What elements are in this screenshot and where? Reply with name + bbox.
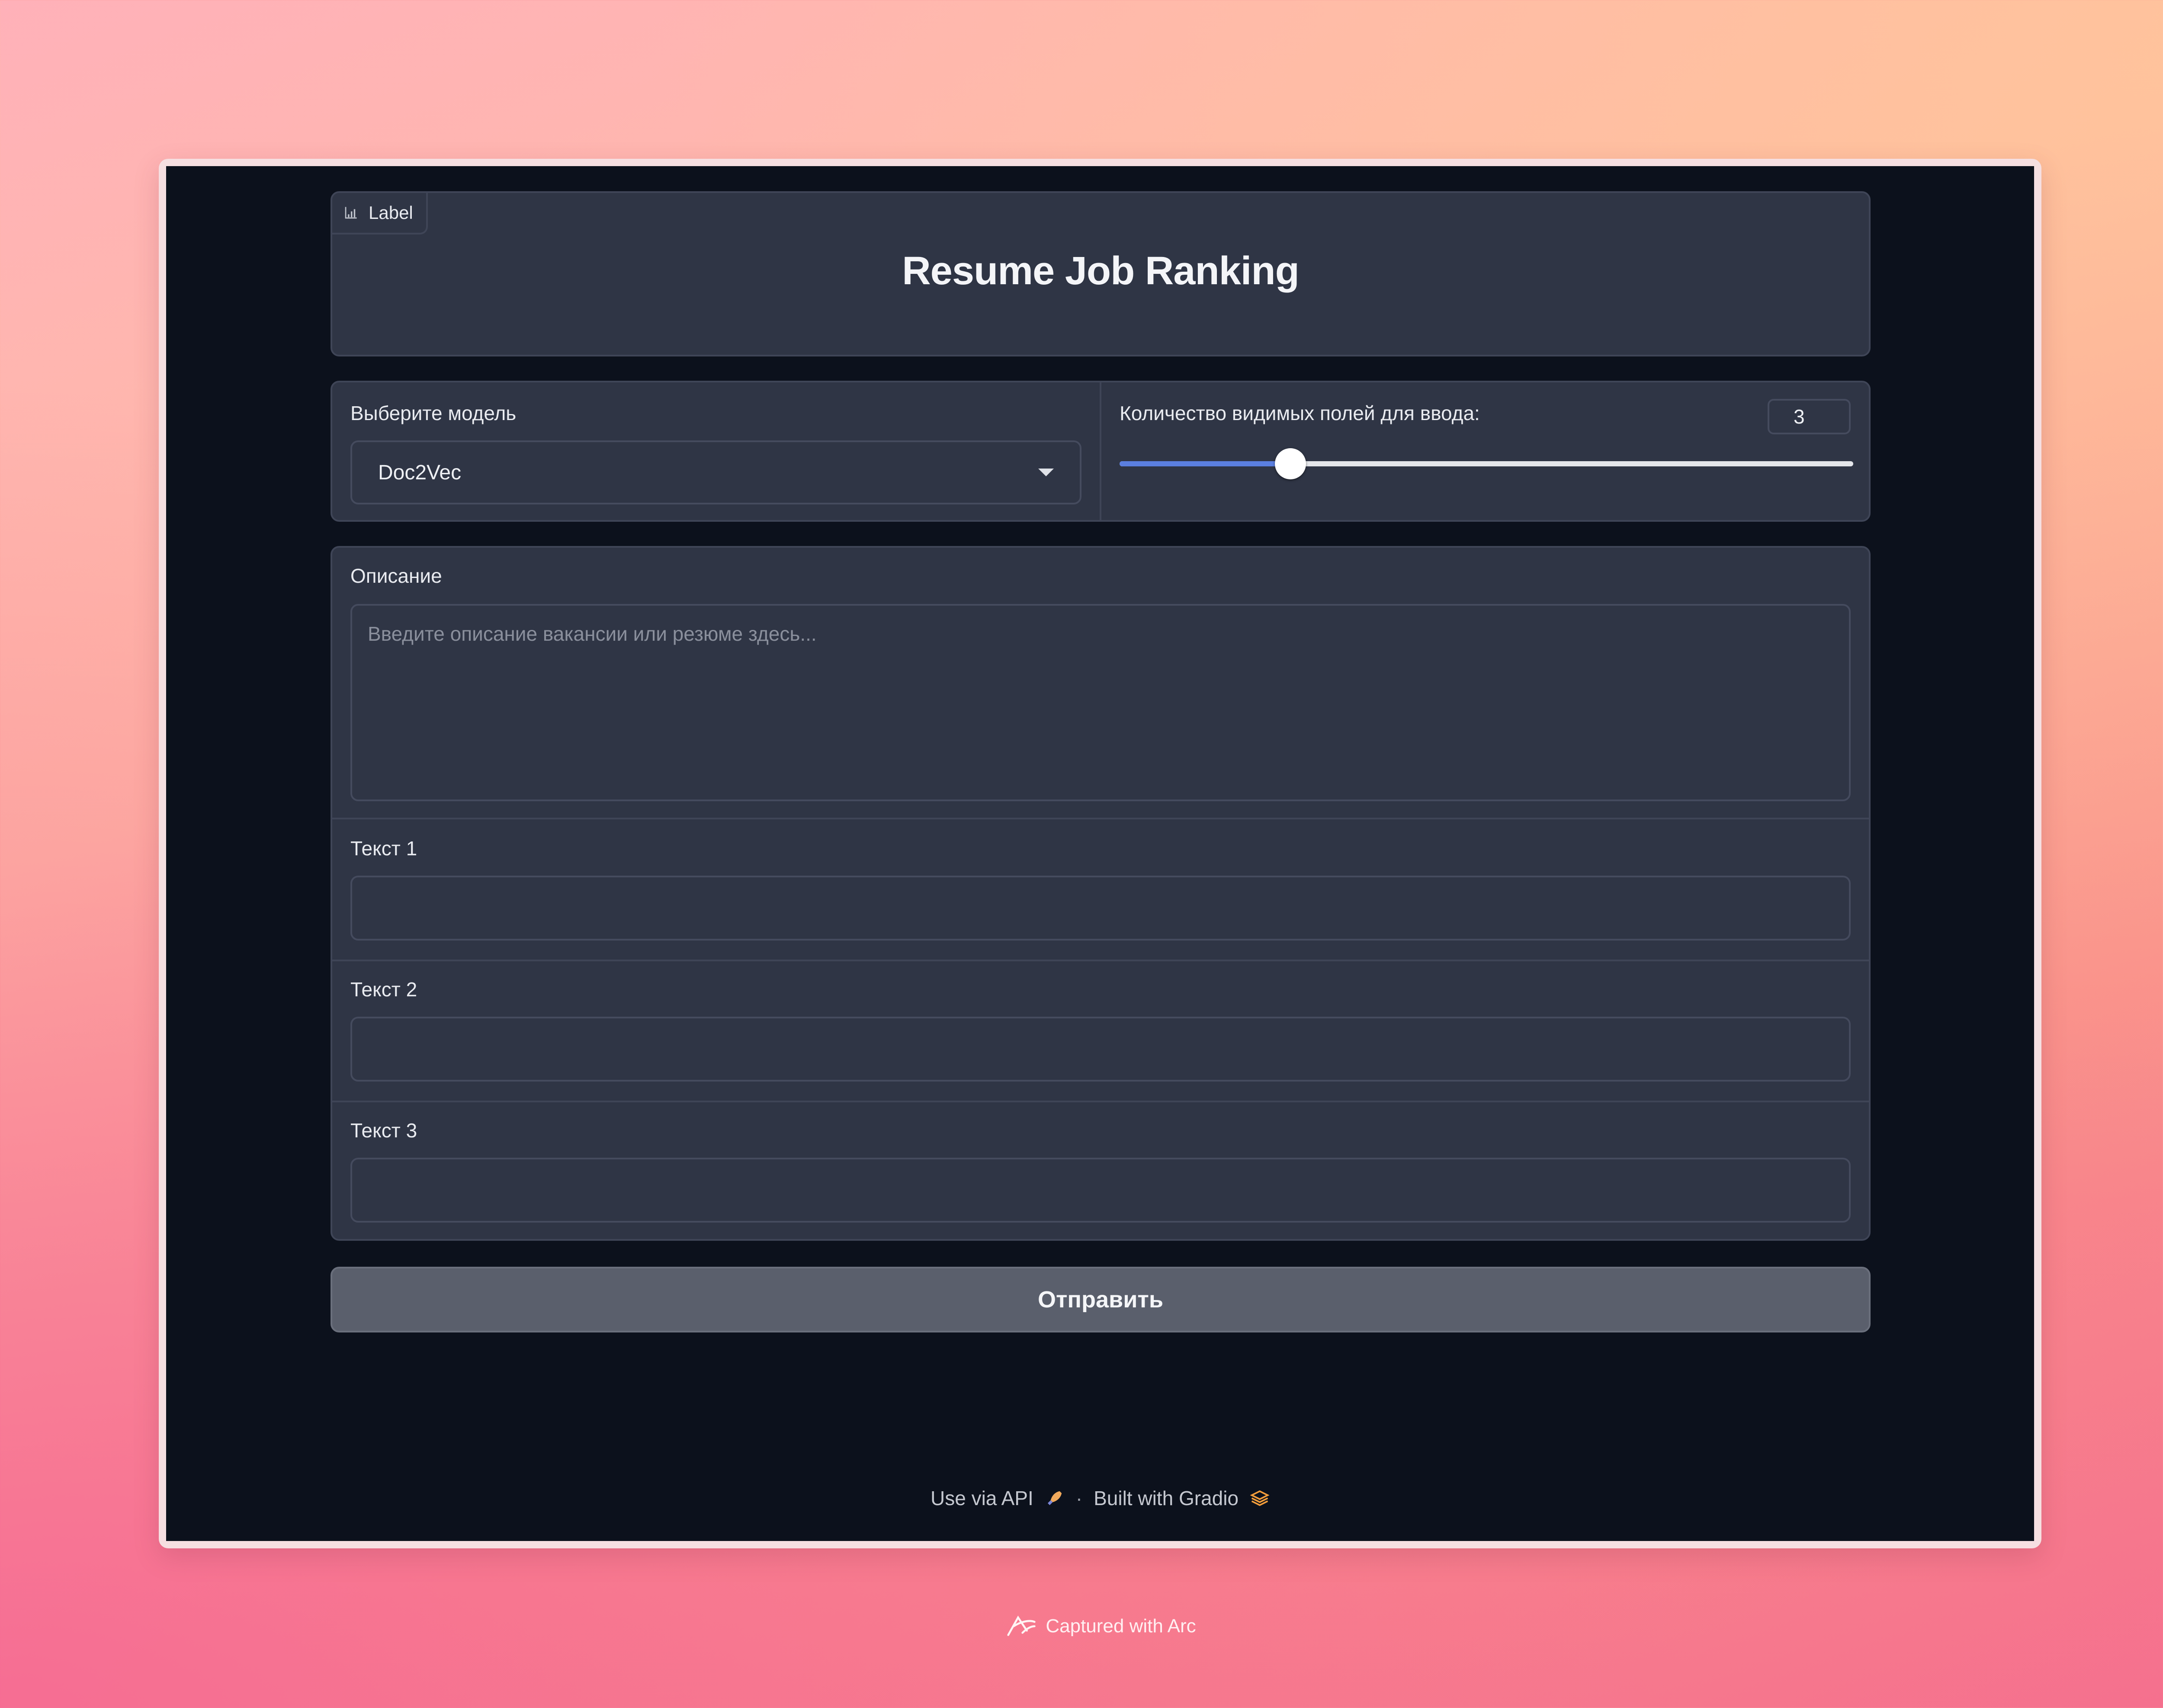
slider-track[interactable] xyxy=(1120,448,1853,479)
built-with-gradio-link[interactable]: Built with Gradio xyxy=(1094,1486,1239,1510)
text-1-input[interactable] xyxy=(350,876,1851,941)
arc-logo-icon xyxy=(1007,1615,1036,1636)
text-1-label: Текст 1 xyxy=(350,837,417,860)
capture-caption-text: Captured with Arc xyxy=(1046,1615,1196,1637)
submit-button[interactable]: Отправить xyxy=(331,1267,1871,1332)
footer-separator: · xyxy=(1075,1487,1083,1509)
footer: Use via API · Built with Gradio xyxy=(166,1483,2034,1513)
chevron-down-icon xyxy=(1038,469,1054,476)
controls-panel: Выберите модель Doc2Vec Количество видим… xyxy=(331,381,1871,522)
text-3-section: Текст 3 xyxy=(332,1101,1869,1242)
slider-label: Количество видимых полей для ввода: xyxy=(1120,402,1480,424)
text-2-label: Текст 2 xyxy=(350,978,417,1001)
model-dropdown[interactable]: Doc2Vec xyxy=(350,440,1082,504)
text-2-section: Текст 2 xyxy=(332,960,1869,1102)
gradio-app: Label Resume Job Ranking Выберите модель… xyxy=(166,166,2034,1541)
description-section: Описание Введите описание вакансии или р… xyxy=(332,548,1869,818)
rocket-icon xyxy=(1047,1491,1062,1506)
text-2-input[interactable] xyxy=(350,1017,1851,1082)
model-dropdown-value: Doc2Vec xyxy=(378,461,462,484)
model-select-group: Выберите модель Doc2Vec xyxy=(332,382,1101,520)
label-chip: Label xyxy=(332,193,428,234)
text-3-input[interactable] xyxy=(350,1158,1851,1223)
capture-caption: Captured with Arc xyxy=(0,1613,2163,1640)
description-label: Описание xyxy=(350,565,442,587)
slider-number-input[interactable]: 3 xyxy=(1768,399,1851,434)
text-3-label: Текст 3 xyxy=(350,1119,417,1142)
bar-chart-icon xyxy=(345,207,357,219)
inputs-panel: Описание Введите описание вакансии или р… xyxy=(331,546,1871,1241)
use-via-api-link[interactable]: Use via API xyxy=(931,1486,1033,1510)
text-1-section: Текст 1 xyxy=(332,818,1869,961)
model-select-label: Выберите модель xyxy=(350,402,517,424)
description-textarea[interactable]: Введите описание вакансии или резюме зде… xyxy=(350,604,1851,801)
slider-fill xyxy=(1120,461,1291,466)
page-title: Resume Job Ranking xyxy=(902,249,1300,293)
visible-fields-slider-group: Количество видимых полей для ввода: 3 xyxy=(1101,382,1869,520)
gradio-logo-icon xyxy=(1250,1490,1270,1506)
slider-thumb[interactable] xyxy=(1275,448,1306,479)
label-chip-text: Label xyxy=(369,202,413,223)
title-panel: Label Resume Job Ranking xyxy=(331,191,1871,356)
